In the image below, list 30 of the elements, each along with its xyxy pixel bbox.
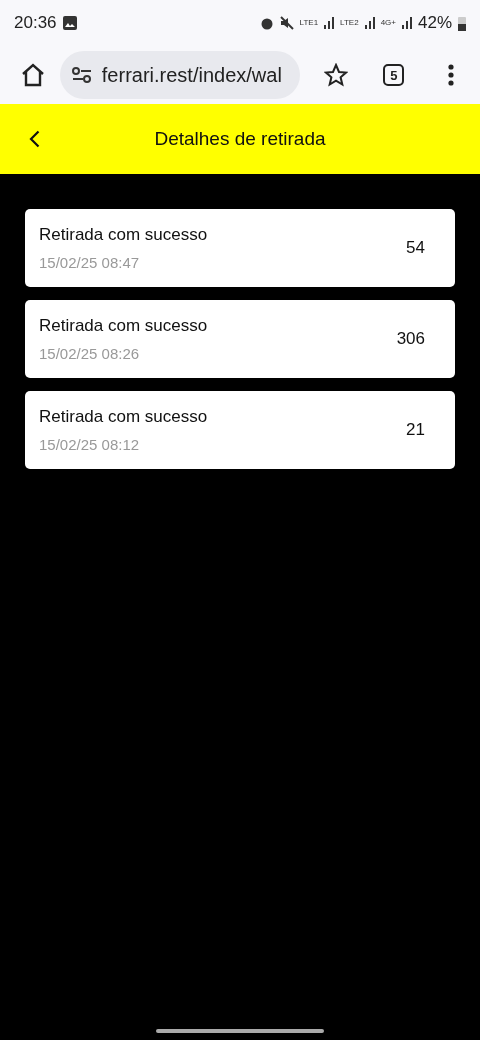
network-label: LTE1 bbox=[299, 19, 319, 27]
withdrawal-amount: 54 bbox=[406, 238, 425, 258]
withdrawal-card[interactable]: Retirada com sucesso 15/02/25 08:26 306 bbox=[25, 300, 455, 378]
battery-percent: 42% bbox=[417, 13, 452, 33]
withdrawal-card[interactable]: Retirada com sucesso 15/02/25 08:12 21 bbox=[25, 391, 455, 469]
signal-icon bbox=[324, 17, 335, 29]
signal-icon bbox=[364, 17, 375, 29]
withdrawal-amount: 306 bbox=[396, 329, 425, 349]
address-bar[interactable]: ferrari.rest/index/wal bbox=[59, 51, 300, 99]
tab-count-button[interactable]: 5 bbox=[383, 64, 405, 86]
back-button[interactable] bbox=[29, 130, 40, 148]
network-label: LTE2 bbox=[340, 19, 359, 27]
site-settings-icon[interactable] bbox=[71, 67, 92, 83]
withdrawal-date: 15/02/25 08:12 bbox=[39, 436, 141, 453]
withdrawal-date: 15/02/25 08:26 bbox=[39, 345, 141, 362]
mute-icon bbox=[279, 16, 294, 30]
network-label: 4G+ bbox=[380, 19, 396, 27]
page-title: Detalhes de retirada bbox=[154, 128, 326, 150]
withdrawal-status: Retirada com sucesso bbox=[39, 225, 209, 245]
image-icon bbox=[62, 16, 77, 30]
battery-icon bbox=[458, 15, 466, 31]
menu-icon[interactable] bbox=[448, 64, 455, 86]
withdrawal-date: 15/02/25 08:47 bbox=[39, 254, 141, 271]
withdrawal-amount: 21 bbox=[406, 420, 425, 440]
withdrawal-status: Retirada com sucesso bbox=[39, 316, 209, 336]
signal-icon bbox=[401, 17, 412, 29]
withdrawal-card[interactable]: Retirada com sucesso 15/02/25 08:47 54 bbox=[25, 209, 455, 287]
clock-time: 20:36 bbox=[14, 13, 57, 33]
url-text: ferrari.rest/index/wal bbox=[101, 63, 282, 87]
withdrawal-status: Retirada com sucesso bbox=[39, 407, 209, 427]
